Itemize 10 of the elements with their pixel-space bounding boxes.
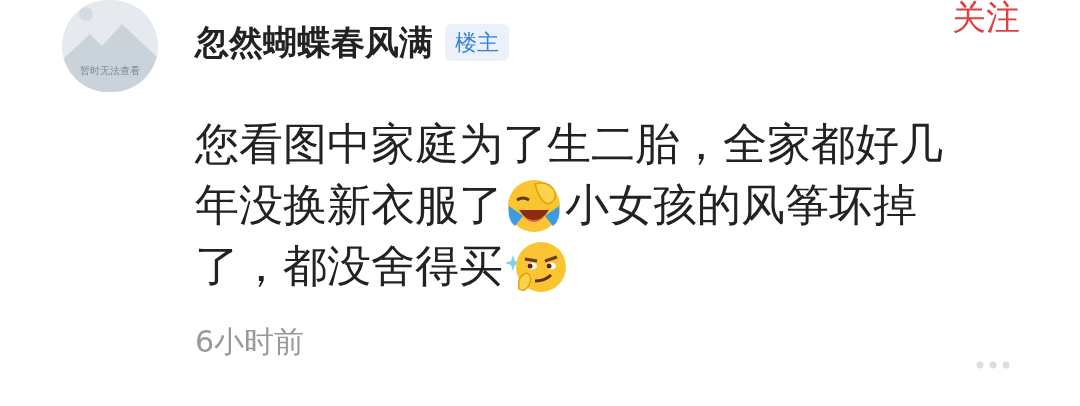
post-time: 6小时前	[195, 323, 306, 361]
comment-text: 年没换新衣服了	[195, 182, 503, 227]
comment-text: 您看图中家庭为了生二胎，全家都好几	[195, 121, 943, 166]
author-badge: 楼主	[445, 23, 509, 61]
comment-text: 了，都没舍得买	[195, 243, 503, 288]
comment-text: 小女孩的风筝坏掉	[565, 182, 917, 227]
placeholder-caption: 暂时无法查看	[79, 66, 141, 76]
follow-button[interactable]: 关注	[952, 0, 1020, 39]
author-name[interactable]: 忽然蝴蝶春风满	[195, 16, 433, 68]
more-icon[interactable]	[976, 361, 1010, 369]
